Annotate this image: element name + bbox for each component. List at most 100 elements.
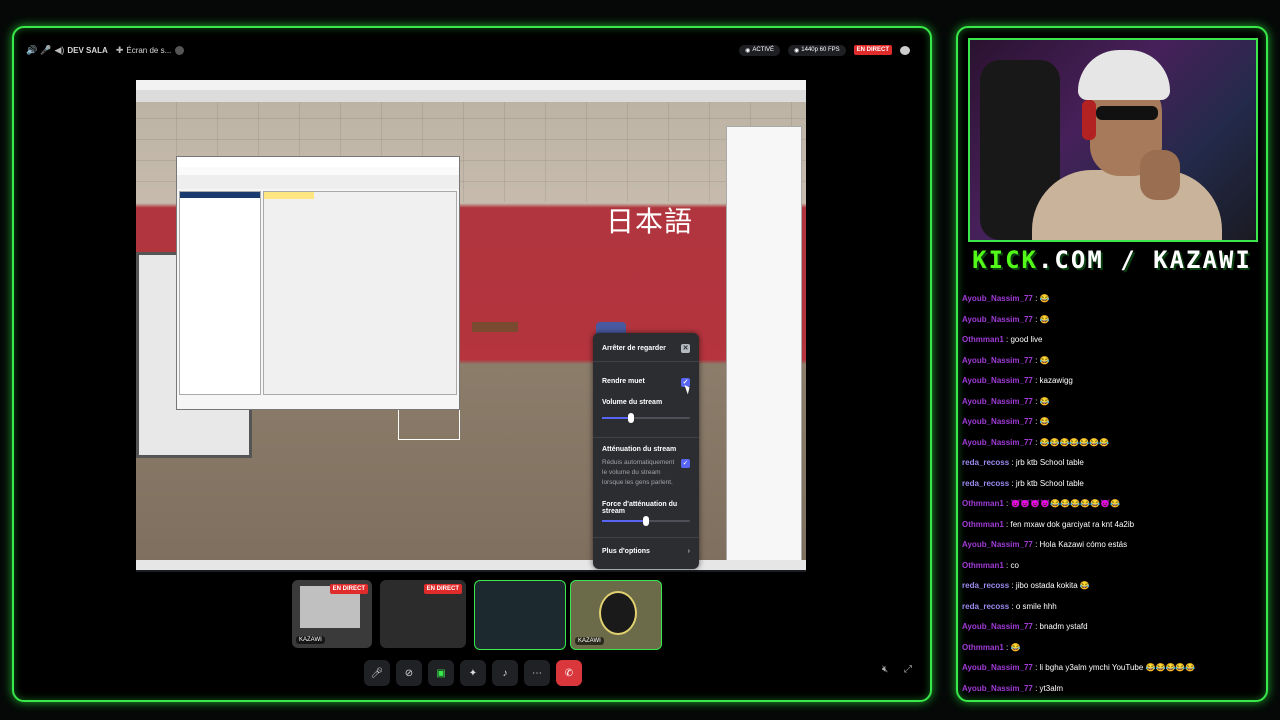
chat-separator: :	[1009, 458, 1016, 467]
chat-username[interactable]: reda_recoss	[962, 479, 1009, 488]
attenuation-strength-slider[interactable]	[602, 516, 690, 526]
screen-share-title[interactable]: ✚ Écran de s...	[116, 45, 185, 56]
project-dialog[interactable]	[176, 156, 460, 410]
kick-channel-banner: KICK.COM / KAZAWI	[968, 246, 1256, 276]
stop-watching-item[interactable]: Arrêter de regarder ✕	[602, 344, 690, 353]
chat-username[interactable]: Othmman1	[962, 520, 1004, 529]
chat-message: Ayoub_Nassim_77 : 😂	[962, 351, 1260, 372]
screen-share-icon: ▣	[436, 667, 446, 679]
chat-text: 😈😈😈😈😂😂😂😂😂😈😂	[1010, 499, 1121, 508]
file-tab[interactable]	[264, 192, 314, 199]
more-button[interactable]: ⋯	[524, 660, 550, 686]
headset	[1082, 100, 1096, 140]
stream-volume-slider[interactable]	[602, 413, 690, 423]
taskbar	[136, 570, 804, 572]
attenuation-toggle[interactable]: ✓	[602, 459, 690, 469]
chat-message: reda_recoss : o smile hhh	[962, 597, 1260, 618]
chat-text: 😂	[1039, 294, 1050, 303]
chat-text: good live	[1010, 335, 1043, 344]
chat-username[interactable]: Ayoub_Nassim_77	[962, 294, 1033, 303]
streamer-hand	[1140, 150, 1180, 200]
chat-username[interactable]: reda_recoss	[962, 581, 1009, 590]
properties-form[interactable]	[263, 191, 457, 395]
chat-text: kazawigg	[1039, 376, 1073, 385]
soundboard-button[interactable]: ♪	[492, 660, 518, 686]
chat-text: li bgha y3alm ymchi YouTube 😂😂😂😂😂	[1039, 663, 1196, 672]
avatar	[175, 45, 185, 55]
chat-bubble-icon[interactable]	[900, 45, 910, 55]
stream-thumbnail[interactable]: EN DIRECT	[380, 580, 466, 648]
voice-channel[interactable]: 🔊 🎤 ◀) DEV SALA	[26, 45, 108, 56]
project-explorer[interactable]	[179, 191, 261, 395]
menu-divider	[593, 537, 699, 538]
chat-username[interactable]: Othmman1	[962, 499, 1004, 508]
chat-username[interactable]: Ayoub_Nassim_77	[962, 663, 1033, 672]
app-toolbar	[136, 90, 806, 102]
chat-separator: :	[1032, 294, 1040, 303]
stream-panel: 🔊 🎤 ◀) DEV SALA ✚ Écran de s... ◉ ACTIVÉ …	[12, 26, 932, 702]
chat-username[interactable]: Ayoub_Nassim_77	[962, 684, 1033, 693]
chat-separator: :	[1009, 581, 1016, 590]
screen-share-label: Écran de s...	[126, 45, 172, 55]
chat-username[interactable]: Othmman1	[962, 335, 1004, 344]
slider-knob[interactable]	[643, 516, 649, 526]
quality-badge[interactable]: ◉ 1440p 60 FPS	[788, 44, 846, 56]
volume-mute-icon[interactable]: 🔇︎	[882, 664, 888, 675]
chat-username[interactable]: Ayoub_Nassim_77	[962, 376, 1033, 385]
chat-text: o smile hhh	[1015, 601, 1057, 611]
more-options-label: Plus d'options	[602, 548, 650, 555]
share-screen-button[interactable]: ▣	[428, 660, 454, 686]
chat-username[interactable]: reda_recoss	[962, 458, 1009, 467]
activities-button[interactable]: ✦	[460, 660, 486, 686]
chat-message: Ayoub_Nassim_77 : 😂	[962, 412, 1260, 433]
camera-toggle-button[interactable]: ⊘	[396, 660, 422, 686]
volume-icon: ◀)	[54, 44, 65, 55]
chat-username[interactable]: Ayoub_Nassim_77	[962, 397, 1033, 406]
slider-track	[602, 413, 690, 423]
live-badge: EN DIRECT	[853, 45, 892, 55]
chat-text: jrb ktb School table	[1015, 478, 1084, 488]
speaker-icon: 🔊	[26, 44, 38, 55]
tools-panel[interactable]	[726, 126, 802, 564]
microphone-button[interactable]: 🎤︎	[364, 660, 390, 686]
stream-volume-label: Volume du stream	[602, 399, 663, 406]
explorer-header	[180, 192, 260, 198]
more-options-item[interactable]: Plus d'options ›	[602, 548, 690, 555]
call-controls: 🎤︎ ⊘ ▣ ✦ ♪ ⋯ ✆	[364, 658, 588, 688]
chat-separator: :	[1032, 540, 1040, 549]
chat-text: yt3alm	[1039, 683, 1064, 693]
chat-username[interactable]: Ayoub_Nassim_77	[962, 315, 1033, 324]
user-thumbnail[interactable]: KAZAWI	[570, 580, 662, 650]
attenuation-checkbox[interactable]: ✓	[681, 459, 690, 468]
menu-divider	[593, 361, 699, 362]
chat-username[interactable]: Othmman1	[962, 561, 1004, 570]
fullscreen-icon[interactable]: ⤢	[904, 664, 912, 675]
slider-knob[interactable]	[628, 413, 635, 423]
mute-item[interactable]: Rendre muet ✓	[602, 378, 690, 387]
mic-icon: 🎤︎	[370, 667, 384, 679]
chat-message: Ayoub_Nassim_77 : 😂😂😂😂😂😂😂	[962, 433, 1260, 454]
chat-username[interactable]: Ayoub_Nassim_77	[962, 540, 1033, 549]
chat-text: jrb ktb School table	[1015, 458, 1084, 467]
chat-username[interactable]: Ayoub_Nassim_77	[962, 438, 1033, 447]
chat-message: reda_recoss : jrb ktb School table	[962, 474, 1260, 495]
active-icon: ◉	[745, 47, 751, 54]
stream-thumbnail[interactable]: EN DIRECT KAZAWI	[292, 580, 372, 648]
disconnect-button[interactable]: ✆	[556, 660, 582, 686]
camera-thumbnail[interactable]	[474, 580, 566, 650]
chat-message: Ayoub_Nassim_77 : 😂	[962, 289, 1260, 310]
chat-message: Othmman1 : co	[962, 556, 1260, 577]
streamer-cap	[1078, 50, 1170, 100]
chat-separator: :	[1032, 663, 1040, 672]
chat-username[interactable]: reda_recoss	[962, 602, 1009, 611]
rocket-icon: ✦	[468, 667, 478, 679]
chat-list: Ayoub_Nassim_77 : 😂 Ayoub_Nassim_77 : 😂 Ot…	[962, 289, 1260, 699]
chat-username[interactable]: Ayoub_Nassim_77	[962, 417, 1033, 426]
chat-message: Ayoub_Nassim_77 : li bgha y3alm ymchi Yo…	[962, 658, 1260, 679]
mute-label: Rendre muet	[602, 378, 645, 385]
chat-username[interactable]: Othmman1	[962, 643, 1004, 652]
stream-video[interactable]: 日本語	[136, 80, 806, 572]
chat-message: Othmman1 : 😈😈😈😈😂😂😂😂😂😈😂	[962, 494, 1260, 515]
chat-username[interactable]: Ayoub_Nassim_77	[962, 622, 1033, 631]
chat-username[interactable]: Ayoub_Nassim_77	[962, 356, 1033, 365]
